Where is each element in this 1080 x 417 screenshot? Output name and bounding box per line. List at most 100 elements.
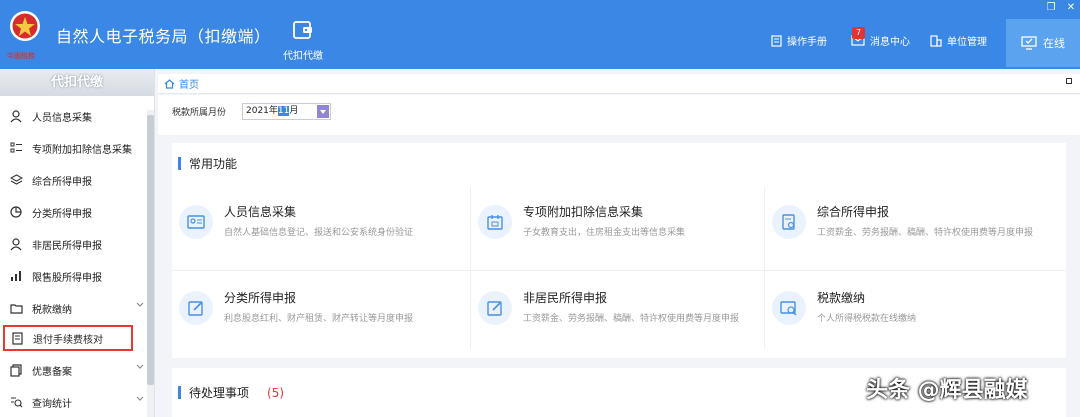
sidebar-item-classified-income[interactable]: 分类所得申报 xyxy=(0,196,146,228)
sidebar-item-label: 分类所得申报 xyxy=(32,208,92,220)
card-description: 子女教育支出，住房租金支出等信息采集 xyxy=(523,228,686,238)
month-suffix: 月 xyxy=(289,106,299,116)
tax-month-select[interactable]: 2021年11月 xyxy=(242,103,331,120)
section-title: 常用功能 xyxy=(178,155,237,172)
pie-icon xyxy=(9,205,23,219)
card-nonresident-income[interactable]: 非居民所得申报 工资薪金、劳务报酬、稿酬、特许权使用费等月度申报 xyxy=(471,273,761,355)
sidebar-item-label: 非居民所得申报 xyxy=(32,240,102,252)
sidebar-item-nonresident[interactable]: 非居民所得申报 xyxy=(0,228,146,260)
layers-icon xyxy=(9,173,23,187)
card-description: 工资薪金、劳务报酬、稿酬、特许权使用费等月度申报 xyxy=(523,314,740,324)
app-title: 自然人电子税务局（扣缴端） xyxy=(56,27,271,46)
sidebar-item-label: 专项附加扣除信息采集 xyxy=(32,144,132,156)
month-selected-text: 11 xyxy=(277,106,290,116)
section-accent-bar xyxy=(178,386,181,399)
edit-icon xyxy=(478,291,512,325)
watermark: 头条 @辉县融媒 xyxy=(866,378,1028,403)
close-window-button[interactable]: ✕ xyxy=(1064,2,1078,13)
tab-withholding[interactable]: 代扣代缴 xyxy=(276,0,330,69)
unit-management-button[interactable]: 单位管理 xyxy=(930,33,987,48)
sidebar-item-label: 税款缴纳 xyxy=(32,304,72,316)
list-icon xyxy=(9,141,23,155)
bars-icon xyxy=(9,269,23,283)
manual-label: 操作手册 xyxy=(787,37,827,48)
card-description: 利息股息红利、财产租赁、财产转让等月度申报 xyxy=(224,314,414,324)
copy-icon xyxy=(9,363,23,377)
card-title: 人员信息采集 xyxy=(224,205,297,219)
folder-icon xyxy=(9,301,23,315)
pending-count[interactable]: (5) xyxy=(267,386,284,400)
card-title: 专项附加扣除信息采集 xyxy=(523,205,644,219)
tax-emblem-logo: 中國稅務 xyxy=(7,11,40,60)
monitor-check-icon xyxy=(1021,36,1037,50)
payment-search-icon xyxy=(772,291,806,325)
wallet-icon xyxy=(293,21,312,39)
chevron-down-icon xyxy=(136,364,144,369)
manual-icon xyxy=(771,34,782,47)
svg-text:中國稅務: 中國稅務 xyxy=(7,51,35,60)
message-count-badge: 7 xyxy=(852,27,865,39)
section-title: 待处理事项 (5) xyxy=(178,384,284,401)
divider xyxy=(172,270,1066,271)
card-classified-income[interactable]: 分类所得申报 利息股息红利、财产租赁、财产转让等月度申报 xyxy=(172,273,462,355)
sidebar-item-label: 人员信息采集 xyxy=(32,112,92,124)
breadcrumb-home[interactable]: 首页 xyxy=(179,76,199,91)
sidebar: 代扣代缴 人员信息采集 专项附加扣除信息采集 综合所得申报 分类所得申报 非居民… xyxy=(0,69,155,417)
sidebar-item-restricted-shares[interactable]: 限售股所得申报 xyxy=(0,260,146,292)
unit-management-label: 单位管理 xyxy=(947,37,987,48)
common-functions-panel: 常用功能 人员信息采集 自然人基础信息登记、报送和公安系统身份验证 专项附加扣除… xyxy=(172,143,1066,358)
card-tax-payment[interactable]: 税款缴纳 个人所得税税款在线缴纳 xyxy=(765,273,1055,355)
common-functions-title: 常用功能 xyxy=(189,157,238,171)
scrollbar-thumb[interactable] xyxy=(147,115,154,385)
chevron-down-icon xyxy=(136,396,144,401)
document-icon xyxy=(10,331,24,345)
filter-bar: 税款所属月份 2021年11月 xyxy=(158,95,1080,135)
title-bar: 中國稅務 自然人电子税务局（扣缴端） 代扣代缴 ❐ ✕ 操作手册 消息中心 7 … xyxy=(0,0,1080,69)
building-icon xyxy=(930,34,942,47)
id-card-icon xyxy=(179,205,213,239)
card-description: 自然人基础信息登记、报送和公安系统身份验证 xyxy=(224,228,414,238)
card-title: 分类所得申报 xyxy=(224,291,297,305)
sidebar-item-comprehensive-income[interactable]: 综合所得申报 xyxy=(0,164,146,196)
person-icon xyxy=(9,237,23,251)
search-list-icon xyxy=(9,395,23,409)
card-special-deduction[interactable]: 专项附加扣除信息采集 子女教育支出，住房租金支出等信息采集 xyxy=(471,187,761,269)
card-personnel-info[interactable]: 人员信息采集 自然人基础信息登记、报送和公安系统身份验证 xyxy=(172,187,462,269)
card-comprehensive-income[interactable]: 综合所得申报 工资薪金、劳务报酬、稿酬、特许权使用费等月度申报 xyxy=(765,187,1055,269)
card-title: 非居民所得申报 xyxy=(523,291,608,305)
card-title: 综合所得申报 xyxy=(817,205,890,219)
manual-button[interactable]: 操作手册 xyxy=(771,33,827,48)
card-description: 工资薪金、劳务报酬、稿酬、特许权使用费等月度申报 xyxy=(817,228,1034,238)
edit-icon xyxy=(179,291,213,325)
maximize-panel-icon[interactable] xyxy=(1066,78,1072,84)
sidebar-item-query-stats[interactable]: 查询统计 xyxy=(0,386,146,417)
sidebar-header: 代扣代缴 xyxy=(0,69,154,96)
year-text: 2021年 xyxy=(246,106,278,116)
calendar-icon xyxy=(478,205,512,239)
card-title: 税款缴纳 xyxy=(817,291,866,305)
dropdown-arrow-icon[interactable] xyxy=(317,105,329,118)
home-icon[interactable] xyxy=(164,78,175,89)
sidebar-item-label: 退付手续费核对 xyxy=(33,334,103,346)
sidebar-item-personnel[interactable]: 人员信息采集 xyxy=(0,100,146,132)
person-icon xyxy=(9,109,23,123)
chevron-down-icon xyxy=(136,302,144,307)
pending-title: 待处理事项 xyxy=(189,386,250,400)
breadcrumb: 首页 xyxy=(158,74,1080,94)
sidebar-item-label: 查询统计 xyxy=(32,398,72,410)
section-accent-bar xyxy=(178,157,181,170)
document-seal-icon xyxy=(772,205,806,239)
sidebar-item-label: 综合所得申报 xyxy=(32,176,92,188)
online-status-button[interactable]: 在线 xyxy=(1006,19,1080,67)
sidebar-item-refund-fee-check[interactable]: 退付手续费核对 xyxy=(3,325,133,351)
tax-month-label: 税款所属月份 xyxy=(172,108,227,118)
sidebar-item-special-deduction[interactable]: 专项附加扣除信息采集 xyxy=(0,132,146,164)
sidebar-item-label: 优惠备案 xyxy=(32,366,72,378)
sidebar-scrollbar[interactable] xyxy=(147,110,154,417)
online-label: 在线 xyxy=(1043,37,1065,50)
message-center-label: 消息中心 xyxy=(870,37,910,48)
sidebar-item-label: 限售股所得申报 xyxy=(32,272,102,284)
sidebar-item-preferential-filing[interactable]: 优惠备案 xyxy=(0,354,146,386)
restore-window-button[interactable]: ❐ xyxy=(1044,2,1058,13)
sidebar-item-tax-payment[interactable]: 税款缴纳 xyxy=(0,292,146,324)
